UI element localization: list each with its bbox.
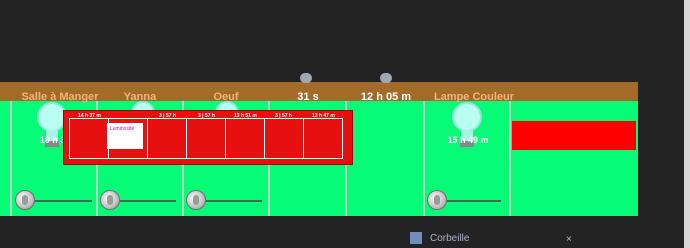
- brightness-knob-oeuf[interactable]: [186, 190, 206, 210]
- column-lampe-couleur[interactable]: 15 h 49 m: [425, 101, 511, 216]
- brightness-knob-salle-a-manger[interactable]: [15, 190, 35, 210]
- popup-time-label: 3 j 57 h: [275, 113, 292, 119]
- column-title-yanna: Yanna: [123, 91, 157, 103]
- close-icon[interactable]: ×: [566, 234, 572, 245]
- brightness-knob-yanna[interactable]: [100, 190, 120, 210]
- column-color-swatch[interactable]: [511, 101, 638, 216]
- popup-thumbnail[interactable]: Luminosité: [107, 123, 143, 149]
- popup-time-label: 14 h 37 m: [78, 113, 101, 119]
- popup-column[interactable]: 3 j 57 h: [148, 113, 187, 158]
- column-title-timer-12h05: 12 h 05 m: [360, 91, 412, 103]
- column-title-salle-a-manger: Salle à Manger: [21, 91, 99, 103]
- right-edge-strip: [684, 0, 690, 248]
- column-left-edge: [0, 101, 12, 216]
- popup-column[interactable]: 13 h 51 m: [226, 113, 265, 158]
- timer-icon: [380, 73, 392, 83]
- popup-time-label: 3 j 57 h: [159, 113, 176, 119]
- screen: { "columns": [ {"key": "col1", "title": …: [0, 0, 690, 248]
- popup-time-label: 13 h 47 m: [312, 113, 335, 119]
- color-swatch-red[interactable]: [512, 121, 636, 150]
- timer-icon: [300, 73, 312, 83]
- recycle-bin-icon[interactable]: [410, 232, 422, 244]
- column-title-oeuf: Oeuf: [213, 91, 239, 103]
- popup-time-label: 13 h 51 m: [234, 113, 257, 119]
- column-time-lampe-couleur: 15 h 49 m: [447, 135, 489, 145]
- column-timer-12h05[interactable]: [347, 101, 425, 216]
- popup-column[interactable]: 3 j 57 h: [265, 113, 304, 158]
- popup-column[interactable]: 13 h 47 m: [304, 113, 343, 158]
- popup-column[interactable]: 14 h 37 m: [70, 113, 109, 158]
- brightness-popup[interactable]: 14 h 37 m 3 j 57 h 3 j 57 h 13 h 51 m 3 …: [63, 110, 353, 165]
- brightness-knob-lampe-couleur[interactable]: [427, 190, 447, 210]
- popup-thumbnail-text: Luminosité: [110, 126, 135, 132]
- popup-column[interactable]: 3 j 57 h: [187, 113, 226, 158]
- column-title-timer-31s: 31 s: [297, 91, 319, 103]
- column-title-lampe-couleur: Lampe Couleur: [433, 91, 515, 103]
- recycle-bin-label[interactable]: Corbeille: [430, 233, 469, 244]
- brightness-slider-lampe-couleur[interactable]: [447, 200, 501, 202]
- popup-time-label: 3 j 57 h: [198, 113, 215, 119]
- brightness-slider-oeuf[interactable]: [206, 200, 262, 202]
- brightness-slider-yanna[interactable]: [120, 200, 176, 202]
- brightness-slider-salle-a-manger[interactable]: [35, 200, 92, 202]
